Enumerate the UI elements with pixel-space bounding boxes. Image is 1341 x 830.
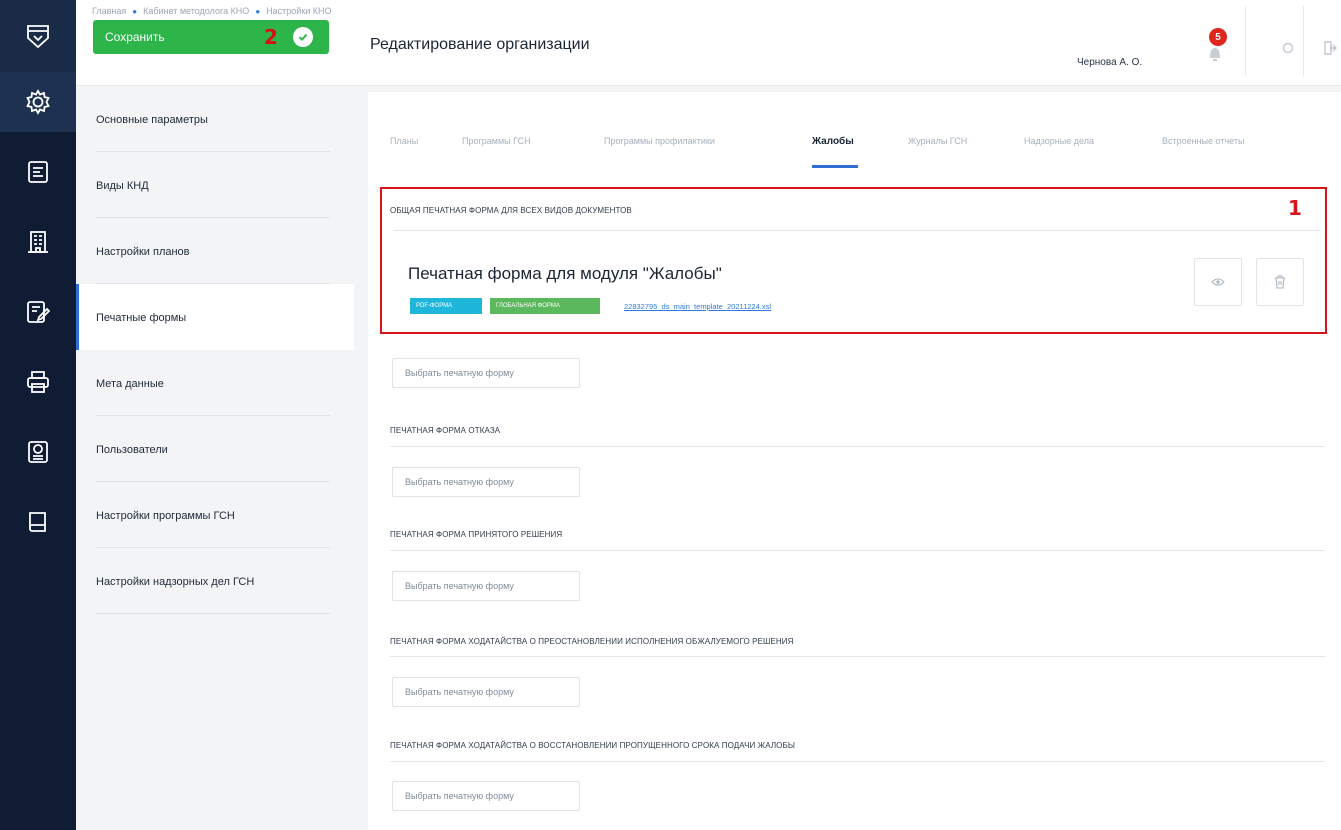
subnav-item-metadata[interactable]: Мета данные [76,350,354,416]
select-print-form-label: Выбрать печатную форму [405,581,514,591]
notification-badge: 5 [1209,28,1227,46]
book-icon[interactable] [0,492,76,552]
breadcrumb-item[interactable]: Настройки КНО [266,6,331,16]
template-file-link[interactable]: 22832795_ds_main_template_20211224.xsl [624,302,771,311]
select-print-form-button[interactable]: Выбрать печатную форму [392,781,580,811]
tab-plans[interactable]: Планы [390,136,418,146]
divider [390,550,1325,551]
select-print-form-label: Выбрать печатную форму [405,791,514,801]
select-print-form-button[interactable]: Выбрать печатную форму [392,467,580,497]
subnav-label: Виды КНД [96,180,149,192]
subnav-label: Настройки планов [96,246,190,258]
subnav-item-gsn-case-settings[interactable]: Настройки надзорных дел ГСН [76,548,354,614]
tab-supervision-cases[interactable]: Надзорные дела [1024,136,1094,146]
divider [390,446,1325,447]
tab-prevention-programs[interactable]: Программы профилактики [604,136,715,146]
tab-gsn-journals[interactable]: Журналы ГСН [908,136,967,146]
section-title-deadline-petition: ПЕЧАТНАЯ ФОРМА ХОДАТАЙСТВА О ВОССТАНОВЛЕ… [390,741,796,750]
icon-rail [0,0,76,830]
document-list-icon[interactable] [0,142,76,202]
user-name[interactable]: Чернова А. О. [1077,57,1142,68]
select-print-form-label: Выбрать печатную форму [405,368,514,378]
settings-icon[interactable] [1280,40,1296,56]
tab-complaints[interactable]: Жалобы [812,136,854,147]
subnav-label: Мета данные [96,378,164,390]
subnav-item-basic-params[interactable]: Основные параметры [76,86,354,152]
settings-nav: Основные параметры Виды КНД Настройки пл… [76,86,354,830]
edit-form-icon[interactable] [0,282,76,342]
divider [1303,6,1304,76]
breadcrumb: Главная ● Кабинет методолога КНО ● Настройки… [92,6,332,16]
check-icon [293,27,313,47]
settings-gear-icon[interactable] [0,72,76,132]
active-tab-indicator [812,165,858,168]
section-title-suspension-petition: ПЕЧАТНАЯ ФОРМА ХОДАТАЙСТВА О ПРЕОСТАНОВЛ… [390,637,794,646]
breadcrumb-separator: ● [255,7,261,16]
subnav-label: Печатные формы [96,312,187,324]
section-title-refusal: ПЕЧАТНАЯ ФОРМА ОТКАЗА [390,426,501,435]
form-title: Печатная форма для модуля "Жалобы" [408,264,722,283]
section-title-decision: ПЕЧАТНАЯ ФОРМА ПРИНЯТОГО РЕШЕНИЯ [390,530,563,539]
divider [96,613,330,614]
tab-builtin-reports[interactable]: Встроенные отчеты [1162,136,1244,146]
logout-icon[interactable] [1322,40,1338,56]
divider [390,656,1325,657]
eye-icon [1211,278,1225,286]
content-card: Планы Программы ГСН Программы профилакти… [368,92,1341,830]
printer-icon[interactable] [0,352,76,412]
subnav-item-knd-types[interactable]: Виды КНД [76,152,354,218]
subnav-label: Основные параметры [96,114,208,126]
subnav-item-gsn-program-settings[interactable]: Настройки программы ГСН [76,482,354,548]
subnav-item-plan-settings[interactable]: Настройки планов [76,218,354,284]
certificate-icon[interactable] [0,422,76,482]
select-print-form-button[interactable]: Выбрать печатную форму [392,358,580,388]
tab-gsn-programs[interactable]: Программы ГСН [462,136,531,146]
select-print-form-label: Выбрать печатную форму [405,687,514,697]
breadcrumb-item[interactable]: Кабинет методолога КНО [143,6,249,16]
delete-button[interactable] [1256,258,1304,306]
select-print-form-button[interactable]: Выбрать печатную форму [392,677,580,707]
subnav-label: Настройки программы ГСН [96,510,235,522]
save-button-label: Сохранить [105,30,165,44]
annotation-marker-1: 1 [1288,196,1302,220]
pdf-form-badge: PDF-форма [410,298,482,314]
select-print-form-label: Выбрать печатную форму [405,477,514,487]
top-header: Главная ● Кабинет методолога КНО ● Настройки… [76,0,1341,86]
breadcrumb-separator: ● [132,7,138,16]
subnav-item-print-forms[interactable]: Печатные формы [76,284,354,350]
trash-icon [1275,275,1285,289]
page-title: Редактирование организации [370,36,590,53]
module-tabs: Планы Программы ГСН Программы профилакти… [368,92,1341,172]
subnav-label: Настройки надзорных дел ГСН [96,576,255,588]
divider [1245,6,1246,76]
section-title-common: ОБЩАЯ ПЕЧАТНАЯ ФОРМА ДЛЯ ВСЕХ ВИДОВ ДОКУ… [390,206,632,215]
subnav-item-users[interactable]: Пользователи [76,416,354,482]
breadcrumb-item[interactable]: Главная [92,6,126,16]
main-area: Планы Программы ГСН Программы профилакти… [354,86,1341,830]
subnav-label: Пользователи [96,444,168,456]
preview-button[interactable] [1194,258,1242,306]
global-form-badge: Глобальная форма [490,298,600,314]
divider [394,230,1321,231]
building-icon[interactable] [0,212,76,272]
select-print-form-button[interactable]: Выбрать печатную форму [392,571,580,601]
save-button[interactable]: Сохранить 2 [93,20,329,54]
divider [390,761,1325,762]
annotation-marker-2: 2 [264,25,278,49]
logo-icon[interactable] [0,0,76,72]
